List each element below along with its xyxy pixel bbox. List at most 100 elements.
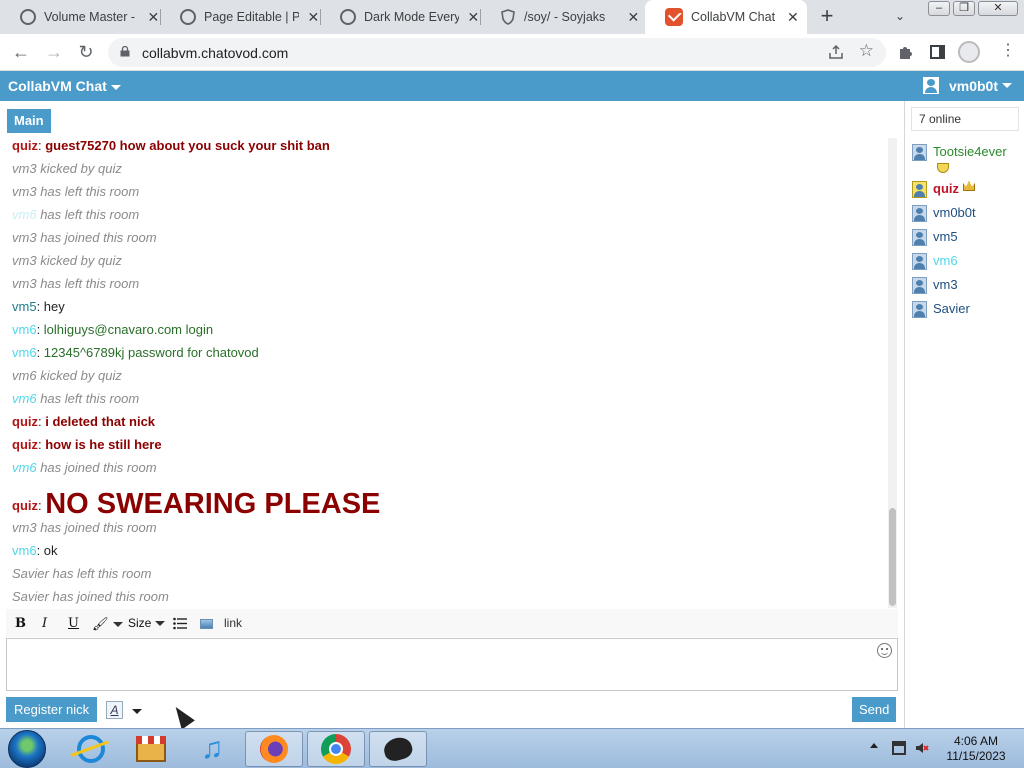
app-title-menu[interactable]: CollabVM Chat — [8, 78, 121, 94]
admin-user-icon — [912, 181, 927, 198]
network-icon[interactable] — [892, 741, 906, 755]
user-list-item[interactable]: vm6 — [912, 253, 958, 270]
user-menu[interactable]: vm0b0t — [922, 77, 1012, 94]
message-text: kicked by quiz — [40, 368, 122, 383]
user-list-item[interactable]: vm0b0t — [912, 205, 976, 222]
user-list-item[interactable]: Tootsie4ever — [912, 144, 1007, 174]
message-nick[interactable]: quiz — [12, 414, 38, 429]
lock-icon[interactable] — [120, 46, 130, 57]
message-text: i deleted that nick — [45, 414, 156, 429]
chat-message: quiz: i deleted that nick — [12, 414, 155, 429]
message-nick[interactable]: vm6 — [12, 543, 37, 558]
register-nick-button[interactable]: Register nick — [6, 697, 98, 722]
show-hidden-icons-icon[interactable] — [870, 743, 878, 748]
message-nick[interactable]: quiz — [12, 138, 38, 153]
user-icon — [912, 253, 927, 270]
system-message: vm6 has left this room — [12, 391, 139, 406]
message-input[interactable] — [6, 638, 898, 691]
system-clock[interactable]: 4:06 AM 11/15/2023 — [936, 734, 1016, 764]
close-window-button[interactable]: ✕ — [978, 1, 1018, 16]
tab-title: Volume Master - h — [44, 10, 139, 24]
back-arrow-icon[interactable]: ← — [9, 41, 33, 65]
room-tab-main[interactable]: Main — [7, 109, 51, 133]
share-icon[interactable] — [828, 44, 844, 60]
message-scrollbar[interactable] — [888, 138, 897, 608]
nick-separator: : — [36, 322, 44, 337]
globe-icon — [180, 9, 196, 25]
bullet-list-icon[interactable] — [173, 617, 187, 630]
new-tab-button[interactable]: + — [814, 5, 840, 29]
user-name: vm0b0t — [933, 205, 976, 220]
emoji-smiley-icon[interactable] — [877, 643, 892, 658]
font-size-label: Size — [128, 616, 152, 630]
user-list-item[interactable]: vm5 — [912, 229, 958, 246]
app-title: CollabVM Chat — [8, 78, 107, 94]
message-nick: vm3 — [12, 276, 37, 291]
firefox-icon[interactable] — [245, 731, 303, 767]
italic-button[interactable]: I — [42, 616, 47, 631]
user-list-item[interactable]: quiz — [912, 181, 975, 198]
message-text: has joined this room — [40, 520, 157, 535]
close-tab-icon[interactable]: ✕ — [787, 9, 799, 26]
maximize-button[interactable]: ❐ — [953, 1, 975, 16]
message-text: lolhiguys@cnavaro.com login — [43, 322, 214, 337]
user-list-item[interactable]: vm3 — [912, 277, 958, 294]
user-icon — [912, 277, 927, 294]
user-icon — [912, 144, 927, 161]
crown-badge-icon — [963, 181, 975, 191]
scrollbar-thumb[interactable] — [889, 508, 896, 606]
font-size-dropdown[interactable]: Size — [128, 616, 166, 630]
side-panel-icon[interactable] — [930, 45, 945, 59]
message-nick[interactable]: vm5 — [12, 299, 37, 314]
underline-button[interactable]: U — [68, 616, 79, 631]
message-nick: vm3 — [12, 520, 37, 535]
internet-explorer-icon[interactable] — [62, 731, 120, 767]
music-icon[interactable]: ♫ — [183, 731, 241, 767]
browser-tab-volume-master[interactable]: Volume Master - h ✕ — [0, 0, 168, 34]
browser-tab-dark-mode[interactable]: Dark Mode Everyw ✕ — [320, 0, 488, 34]
font-style-button[interactable]: A — [106, 701, 123, 719]
text-color-button[interactable]: 🖌 — [92, 616, 123, 632]
screen: Volume Master - h ✕ Page Editable | Pe ✕… — [0, 0, 1024, 768]
forward-arrow-icon[interactable]: → — [42, 41, 66, 65]
chevron-down-icon[interactable] — [132, 709, 142, 714]
close-tab-icon[interactable]: ✕ — [627, 9, 640, 26]
address-bar[interactable]: collabvm.chatovod.com ☆ — [108, 38, 886, 67]
store-icon[interactable] — [122, 731, 180, 767]
close-tab-icon[interactable]: ✕ — [147, 9, 160, 26]
chrome-icon[interactable] — [307, 731, 365, 767]
reload-icon[interactable]: ↻ — [74, 41, 98, 65]
bookmark-star-icon[interactable]: ☆ — [859, 41, 874, 61]
collabvm-app-icon[interactable] — [369, 731, 427, 767]
start-button[interactable] — [8, 730, 46, 768]
close-tab-icon[interactable]: ✕ — [467, 9, 480, 26]
message-nick[interactable]: quiz — [12, 437, 38, 452]
close-tab-icon[interactable]: ✕ — [307, 9, 320, 26]
bold-button[interactable]: B — [15, 616, 26, 631]
message-nick: vm6 — [12, 391, 37, 406]
current-username: vm0b0t — [948, 77, 998, 94]
formatting-toolbar: B I U 🖌 Size link — [6, 609, 898, 637]
system-message: vm6 has left this room — [12, 207, 139, 222]
message-text: has left this room — [40, 391, 140, 406]
profile-avatar-icon[interactable] — [958, 41, 980, 63]
tab-title: CollabVM Chat — [691, 10, 776, 24]
browser-tab-page-editable[interactable]: Page Editable | Pe ✕ — [160, 0, 328, 34]
insert-image-icon[interactable] — [200, 619, 213, 629]
extensions-puzzle-icon[interactable] — [897, 44, 913, 60]
message-nick[interactable]: vm6 — [12, 322, 37, 337]
insert-link-button[interactable]: link — [224, 616, 242, 630]
tab-search-chevron-icon[interactable]: ⌄ — [895, 9, 905, 23]
message-nick[interactable]: vm6 — [12, 345, 37, 360]
url-text[interactable]: collabvm.chatovod.com — [142, 45, 288, 61]
browser-tab-soyjaks[interactable]: /soy/ - Soyjaks ✕ — [480, 0, 648, 34]
send-button[interactable]: Send — [852, 697, 897, 722]
volume-muted-icon[interactable] — [915, 741, 929, 755]
minimize-button[interactable]: – — [928, 1, 950, 16]
user-list-item[interactable]: Savier — [912, 301, 970, 318]
message-nick[interactable]: quiz — [12, 498, 38, 513]
chevron-down-icon — [1002, 83, 1012, 88]
browser-tab-collabvm-chat[interactable]: CollabVM Chat ✕ — [645, 0, 807, 34]
browser-menu-icon[interactable]: ⋮ — [1000, 43, 1016, 59]
message-text: has left this room — [52, 566, 152, 581]
